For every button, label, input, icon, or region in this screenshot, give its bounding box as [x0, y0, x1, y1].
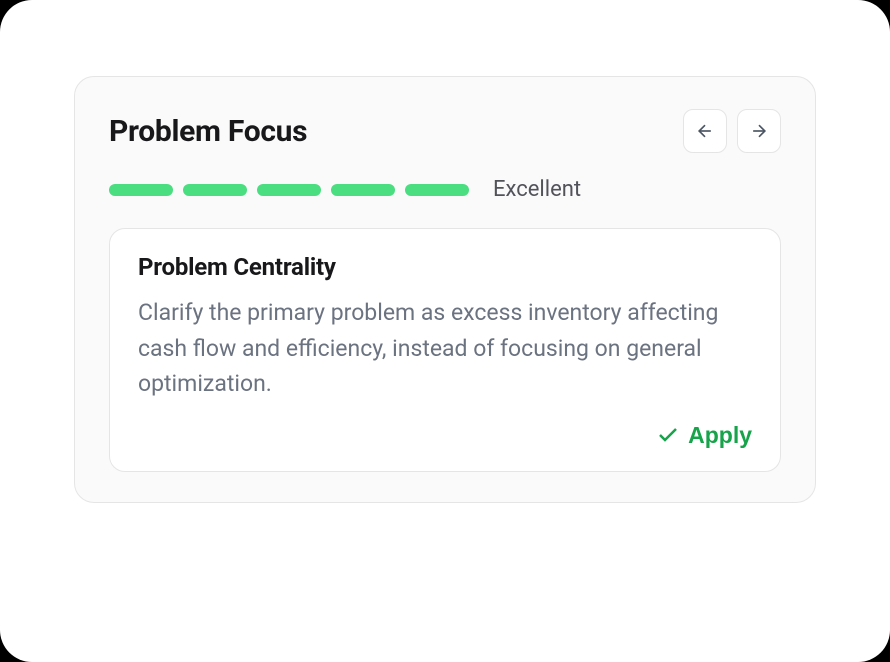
card-header: Problem Focus: [109, 109, 781, 153]
arrow-right-icon: [749, 121, 769, 141]
suggestion-title: Problem Centrality: [138, 253, 752, 281]
next-button[interactable]: [737, 109, 781, 153]
rating-label: Excellent: [493, 177, 581, 202]
apply-row: Apply: [138, 422, 752, 449]
problem-focus-card: Problem Focus: [74, 76, 816, 503]
arrow-left-icon: [695, 121, 715, 141]
apply-button[interactable]: Apply: [656, 422, 752, 449]
card-title: Problem Focus: [109, 114, 307, 149]
nav-buttons: [683, 109, 781, 153]
rating-segment: [109, 184, 173, 196]
rating-segment: [183, 184, 247, 196]
suggestion-description: Clarify the primary problem as excess in…: [138, 295, 752, 402]
rating-row: Excellent: [109, 177, 781, 202]
app-container: Problem Focus: [0, 0, 890, 662]
check-icon: [656, 423, 680, 447]
apply-label: Apply: [688, 422, 752, 449]
prev-button[interactable]: [683, 109, 727, 153]
rating-segments: [109, 184, 469, 196]
rating-segment: [257, 184, 321, 196]
rating-segment: [331, 184, 395, 196]
rating-segment: [405, 184, 469, 196]
suggestion-card: Problem Centrality Clarify the primary p…: [109, 228, 781, 472]
